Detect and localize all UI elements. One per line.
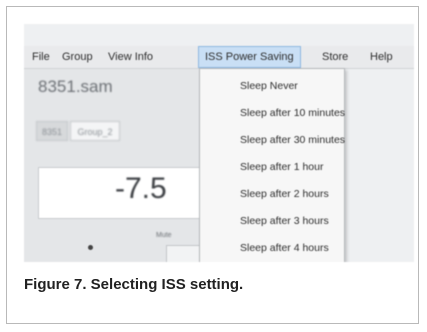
menu-item-sleep-never[interactable]: Sleep Never (240, 80, 298, 92)
menu-item-sleep-1-hour[interactable]: Sleep after 1 hour (240, 161, 323, 173)
tab-group-2[interactable]: Group_2 (70, 121, 120, 141)
device-panel: 8351.sam 8351 Group_2 -7.5 Mute (24, 69, 220, 262)
knob-indicator-icon[interactable] (88, 245, 93, 250)
menu-bar: File Group View Info ISS Power Saving St… (24, 46, 414, 69)
menu-file[interactable]: File (32, 46, 50, 68)
tab-8351[interactable]: 8351 (36, 121, 68, 141)
menu-view-info[interactable]: View Info (108, 46, 153, 68)
figure-caption: Figure 7. Selecting ISS setting. (24, 276, 244, 293)
menu-item-sleep-2-hours[interactable]: Sleep after 2 hours (240, 188, 329, 200)
menu-store[interactable]: Store (322, 46, 348, 68)
menu-help[interactable]: Help (370, 46, 393, 68)
app-screenshot: File Group View Info ISS Power Saving St… (24, 24, 414, 262)
menu-item-sleep-10-minutes[interactable]: Sleep after 10 minutes (240, 107, 345, 119)
gain-value: -7.5 (115, 172, 167, 205)
mute-label: Mute (156, 232, 172, 239)
menu-item-sleep-3-hours[interactable]: Sleep after 3 hours (240, 215, 329, 227)
menu-group[interactable]: Group (62, 46, 93, 68)
iss-power-saving-menu: Sleep Never Sleep after 10 minutes Sleep… (199, 68, 345, 262)
gain-value-display: -7.5 (38, 167, 218, 219)
menu-item-sleep-30-minutes[interactable]: Sleep after 30 minutes (240, 134, 345, 146)
menu-iss-power-saving[interactable]: ISS Power Saving (198, 46, 301, 68)
file-title: 8351.sam (38, 77, 113, 96)
menu-item-sleep-4-hours[interactable]: Sleep after 4 hours (240, 242, 329, 254)
